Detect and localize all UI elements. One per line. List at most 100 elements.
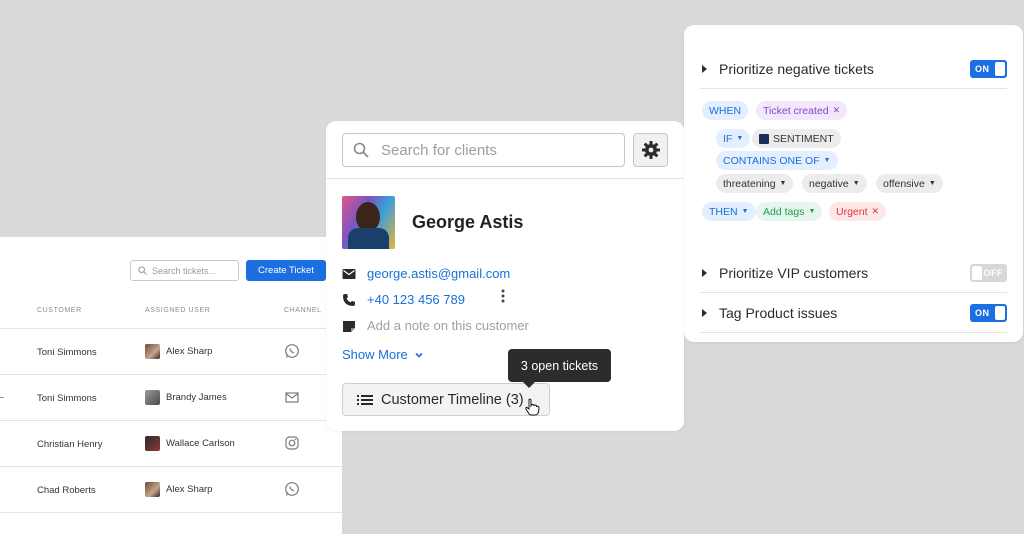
customer-email-text[interactable]: george.astis@gmail.com: [367, 266, 510, 281]
chip-then-label: THEN: [709, 205, 738, 218]
customer-note-field[interactable]: Add a note on this customer: [342, 318, 529, 333]
caret-right-icon[interactable]: [702, 64, 707, 73]
more-options-icon[interactable]: [501, 289, 505, 303]
rule-toggle[interactable]: ON: [970, 303, 1007, 322]
chip-tag-label: Urgent: [836, 205, 868, 218]
chip-if[interactable]: IF ▼: [716, 129, 751, 148]
assigned-user-name: Alex Sharp: [166, 346, 213, 357]
assigned-user-name: Alex Sharp: [166, 484, 213, 495]
chip-word[interactable]: negative ▼: [802, 174, 867, 193]
settings-button[interactable]: [633, 133, 668, 167]
remove-icon[interactable]: ✕: [872, 206, 880, 217]
table-row[interactable]: Chad Roberts Alex Sharp: [0, 467, 342, 513]
client-search-bar: Search for clients: [326, 121, 684, 179]
rule-title: Prioritize VIP customers: [719, 264, 869, 281]
toggle-knob: [995, 305, 1005, 320]
column-customer[interactable]: CUSTOMER: [37, 307, 82, 314]
whatsapp-icon: [285, 344, 299, 358]
chip-word-label: negative: [809, 177, 849, 190]
rule-tag-product[interactable]: Tag Product issues ON: [700, 293, 1007, 333]
customer-name: Chad Roberts: [37, 485, 96, 496]
client-search-placeholder: Search for clients: [381, 141, 497, 159]
search-icon: [138, 266, 147, 275]
customer-phone[interactable]: +40 123 456 789: [342, 292, 465, 307]
toggle-label: OFF: [983, 267, 1003, 278]
toggle-label: ON: [975, 63, 990, 74]
assigned-user: Alex Sharp: [145, 482, 212, 497]
dropdown-caret-icon: ▼: [852, 180, 860, 187]
dropdown-caret-icon: ▼: [823, 157, 831, 164]
list-icon: [357, 394, 373, 405]
customer-name-heading: George Astis: [412, 212, 524, 232]
open-tickets-tooltip: 3 open tickets: [508, 349, 611, 388]
rule-prioritize-negative[interactable]: Prioritize negative tickets ON: [700, 49, 1007, 89]
table-row[interactable]: Christian Henry Wallace Carlson: [0, 421, 342, 467]
toggle-knob: [995, 61, 1005, 76]
chip-tag[interactable]: Urgent ✕: [829, 202, 887, 221]
customer-avatar: [342, 196, 395, 249]
customer-name: Toni Simmons: [37, 393, 97, 404]
chip-sentiment-label: SENTIMENT: [773, 132, 834, 145]
caret-right-icon[interactable]: [702, 268, 707, 277]
avatar: [145, 390, 160, 405]
rule-prioritize-vip[interactable]: Prioritize VIP customers OFF: [700, 253, 1007, 293]
table-row[interactable]: Toni Simmons Alex Sharp: [0, 329, 342, 375]
client-search-input[interactable]: Search for clients: [342, 133, 625, 167]
create-ticket-button[interactable]: Create Ticket: [246, 260, 326, 281]
assigned-user: Brandy James: [145, 390, 227, 405]
rule-title: Tag Product issues: [719, 304, 838, 321]
hand-cursor-icon: [525, 398, 540, 416]
customer-name: Toni Simmons: [37, 347, 97, 358]
chip-contains[interactable]: CONTAINS ONE OF ▼: [716, 151, 838, 170]
table-row[interactable]: Toni Simmons Brandy James: [0, 375, 342, 421]
dropdown-caret-icon: ▼: [741, 208, 749, 215]
chip-action-label: Add tags: [763, 205, 805, 218]
customer-timeline-label: Customer Timeline (3): [381, 391, 524, 408]
tickets-search-placeholder: Search tickets...: [152, 265, 217, 276]
note-icon: [343, 320, 355, 332]
remove-icon[interactable]: ✕: [833, 105, 841, 116]
caret-right-icon[interactable]: [702, 308, 707, 317]
row-divider: [0, 397, 4, 398]
chip-action[interactable]: Add tags ▼: [756, 202, 823, 221]
chip-word[interactable]: threatening ▼: [716, 174, 794, 193]
toggle-label: ON: [975, 307, 990, 318]
tickets-table-header: CUSTOMER ASSIGNED USER CHANNEL: [0, 305, 342, 329]
dropdown-caret-icon: ▼: [928, 180, 936, 187]
customer-timeline-button[interactable]: Customer Timeline (3): [342, 383, 550, 416]
customer-name: Christian Henry: [37, 439, 103, 450]
chip-word[interactable]: offensive ▼: [876, 174, 943, 193]
chip-then[interactable]: THEN ▼: [702, 202, 756, 221]
dropdown-caret-icon: ▼: [736, 135, 744, 142]
customer-email[interactable]: george.astis@gmail.com: [342, 266, 510, 281]
column-channel[interactable]: CHANNEL: [284, 307, 322, 314]
chip-sentiment[interactable]: SENTIMENT: [752, 129, 841, 148]
show-more-link[interactable]: Show More: [342, 347, 424, 362]
assigned-user: Wallace Carlson: [145, 436, 235, 451]
tickets-panel: Search tickets... Create Ticket CUSTOMER…: [0, 237, 342, 534]
chip-trigger-label: Ticket created: [763, 104, 829, 117]
avatar: [145, 436, 160, 451]
assigned-user-name: Wallace Carlson: [166, 438, 235, 449]
assigned-user: Alex Sharp: [145, 344, 212, 359]
whatsapp-icon: [285, 482, 299, 496]
chip-trigger[interactable]: Ticket created ✕: [756, 101, 848, 120]
rule-title: Prioritize negative tickets: [719, 60, 874, 77]
search-icon: [353, 142, 369, 158]
automation-rules-panel: Prioritize negative tickets ON WHEN Tick…: [684, 25, 1023, 342]
gear-icon: [641, 141, 660, 159]
chip-when: WHEN: [702, 101, 749, 120]
chip-word-label: threatening: [723, 177, 776, 190]
customer-phone-text[interactable]: +40 123 456 789: [367, 292, 465, 307]
rule-toggle[interactable]: ON: [970, 59, 1007, 78]
toggle-knob: [972, 265, 982, 280]
sentiment-icon: [759, 133, 769, 144]
column-assigned-user[interactable]: ASSIGNED USER: [145, 307, 210, 314]
mail-icon: [342, 268, 356, 279]
chip-when-label: WHEN: [709, 104, 742, 117]
tickets-search-input[interactable]: Search tickets...: [130, 260, 239, 281]
assigned-user-name: Brandy James: [166, 392, 227, 403]
dropdown-caret-icon: ▼: [779, 180, 787, 187]
avatar: [145, 482, 160, 497]
rule-toggle[interactable]: OFF: [970, 263, 1007, 282]
